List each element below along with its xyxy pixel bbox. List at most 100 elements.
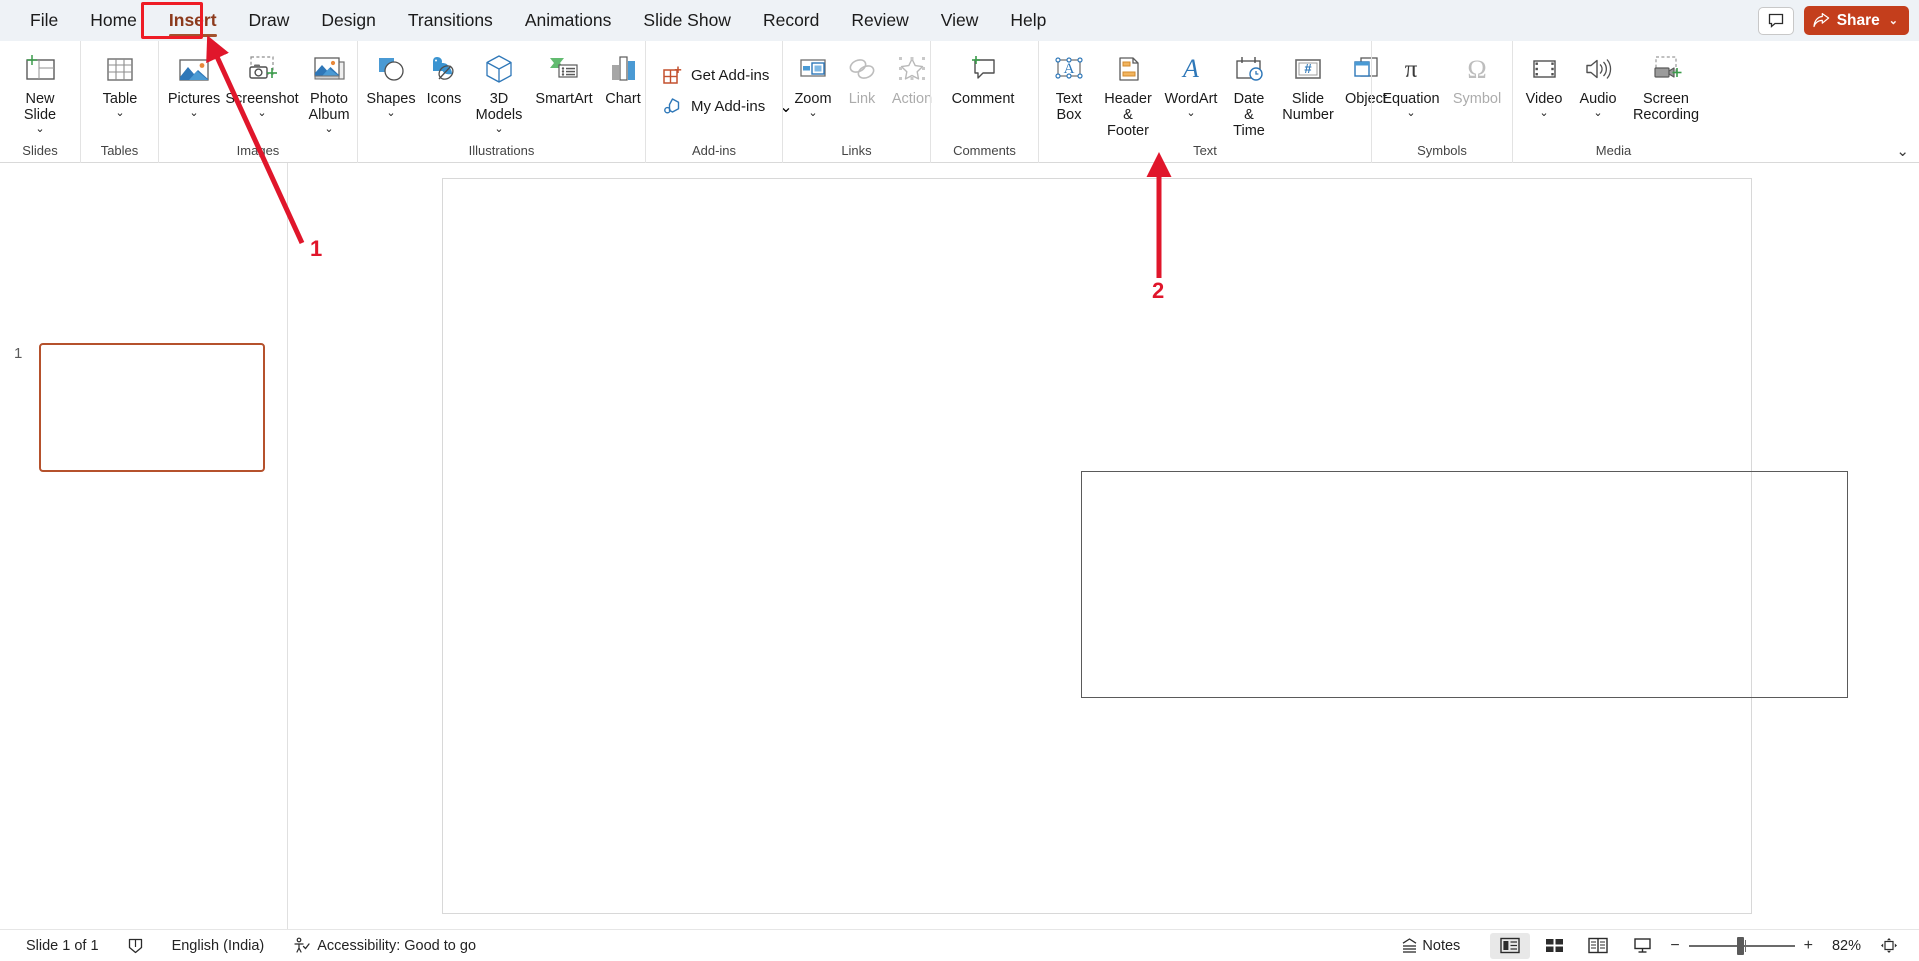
chevron-down-icon[interactable]: ⌄ bbox=[1186, 108, 1195, 119]
icons-button[interactable]: Icons bbox=[420, 46, 468, 107]
tab-home-label: Home bbox=[90, 10, 137, 30]
chevron-down-icon[interactable]: ⌄ bbox=[189, 108, 198, 119]
tab-animations[interactable]: Animations bbox=[509, 0, 628, 41]
zoom-slider-control[interactable]: − + bbox=[1664, 936, 1819, 955]
reading-view-icon bbox=[1588, 937, 1609, 954]
tab-view[interactable]: View bbox=[925, 0, 995, 41]
language-status[interactable]: English (India) bbox=[158, 938, 279, 954]
slide-thumbnail-1[interactable] bbox=[39, 343, 265, 472]
tab-slide-show[interactable]: Slide Show bbox=[627, 0, 747, 41]
tab-insert[interactable]: Insert bbox=[153, 0, 233, 41]
tab-home[interactable]: Home bbox=[74, 0, 153, 41]
ribbon-group-slides: New Slide ⌄ Slides bbox=[0, 41, 80, 163]
tab-record[interactable]: Record bbox=[747, 0, 835, 41]
group-label-comments: Comments bbox=[953, 143, 1016, 159]
view-reading-button[interactable] bbox=[1578, 933, 1618, 959]
tab-draw[interactable]: Draw bbox=[233, 0, 306, 41]
text-box-icon: A bbox=[1050, 49, 1088, 89]
chevron-down-icon[interactable]: ⌄ bbox=[324, 124, 333, 135]
notes-button[interactable]: Notes bbox=[1387, 938, 1474, 954]
date-time-button[interactable]: Date & Time bbox=[1221, 46, 1277, 139]
tab-design[interactable]: Design bbox=[305, 0, 391, 41]
chevron-down-icon[interactable]: ⌄ bbox=[257, 108, 266, 119]
tab-transitions[interactable]: Transitions bbox=[392, 0, 509, 41]
ribbon-group-symbols: π Equation ⌄ Ω Symbol Symbols bbox=[1371, 41, 1512, 163]
get-addins-button[interactable]: Get Add-ins bbox=[654, 60, 801, 91]
audio-button[interactable]: Audio ⌄ bbox=[1571, 46, 1625, 119]
header-footer-button[interactable]: Header & Footer bbox=[1095, 46, 1161, 139]
screenshot-button[interactable]: Screenshot ⌄ bbox=[225, 46, 299, 119]
slide-number-button[interactable]: # Slide Number bbox=[1277, 46, 1339, 123]
share-button[interactable]: Share ⌄ bbox=[1803, 6, 1909, 35]
chevron-down-icon[interactable]: ⌄ bbox=[386, 108, 395, 119]
chevron-down-icon[interactable]: ⌄ bbox=[1406, 108, 1415, 119]
share-label: Share bbox=[1836, 11, 1880, 29]
chevron-down-icon[interactable]: ⌄ bbox=[808, 108, 817, 119]
comment-label: Comment bbox=[951, 91, 1015, 107]
zoom-out-button[interactable]: − bbox=[1670, 937, 1679, 955]
chevron-down-icon[interactable]: ⌄ bbox=[115, 108, 124, 119]
spellcheck-status[interactable] bbox=[113, 937, 158, 954]
svg-text:Ω: Ω bbox=[1467, 55, 1486, 84]
screen-recording-button[interactable]: Screen Recording bbox=[1625, 46, 1707, 123]
wordart-button[interactable]: A WordArt ⌄ bbox=[1161, 46, 1221, 119]
tab-review[interactable]: Review bbox=[835, 0, 924, 41]
view-slide-sorter-button[interactable] bbox=[1534, 933, 1574, 959]
zoom-in-button[interactable]: + bbox=[1804, 937, 1813, 955]
photo-album-icon bbox=[310, 49, 348, 89]
text-box-button[interactable]: A Text Box bbox=[1043, 46, 1095, 123]
photo-album-button[interactable]: Photo Album ⌄ bbox=[299, 46, 359, 135]
text-box-label: Text Box bbox=[1055, 91, 1083, 123]
zoom-slider-thumb[interactable] bbox=[1736, 936, 1744, 955]
chevron-down-icon[interactable]: ⌄ bbox=[35, 124, 44, 135]
action-icon bbox=[893, 49, 931, 89]
svg-text:#: # bbox=[1304, 61, 1312, 76]
tab-file[interactable]: File bbox=[14, 0, 74, 41]
pictures-button[interactable]: Pictures ⌄ bbox=[163, 46, 225, 119]
table-button[interactable]: Table ⌄ bbox=[85, 46, 155, 119]
smartart-button[interactable]: SmartArt bbox=[530, 46, 598, 107]
new-comment-button[interactable]: Comment bbox=[935, 46, 1031, 107]
view-normal-button[interactable] bbox=[1490, 932, 1531, 959]
my-addins-button[interactable]: My Add-ins ⌄ bbox=[654, 91, 801, 122]
collapse-ribbon-button[interactable]: ⌄ bbox=[1896, 142, 1909, 160]
equation-button[interactable]: π Equation ⌄ bbox=[1376, 46, 1446, 119]
chevron-down-icon[interactable]: ⌄ bbox=[1593, 108, 1602, 119]
slide-thumbnail-pane[interactable]: 1 bbox=[0, 163, 288, 929]
header-footer-icon bbox=[1109, 49, 1147, 89]
shapes-button[interactable]: Shapes ⌄ bbox=[362, 46, 420, 119]
slide-thumbnail-number: 1 bbox=[14, 345, 23, 362]
comments-button[interactable] bbox=[1757, 6, 1794, 35]
accessibility-status[interactable]: Accessibility: Good to go bbox=[278, 937, 490, 954]
slide-count-status[interactable]: Slide 1 of 1 bbox=[12, 938, 113, 954]
tab-slide-show-label: Slide Show bbox=[643, 10, 731, 30]
view-slide-show-button[interactable] bbox=[1622, 933, 1662, 959]
annotation-number-2: 2 bbox=[1152, 278, 1165, 303]
zoom-slider-track[interactable] bbox=[1688, 936, 1795, 955]
equation-icon: π bbox=[1392, 49, 1430, 89]
chevron-down-icon[interactable]: ⌄ bbox=[494, 124, 503, 135]
symbol-label: Symbol bbox=[1452, 91, 1502, 107]
shapes-icon bbox=[372, 49, 410, 89]
tab-help[interactable]: Help bbox=[994, 0, 1062, 41]
3d-models-button[interactable]: 3D Models ⌄ bbox=[468, 46, 530, 135]
slide-canvas[interactable] bbox=[442, 178, 1848, 914]
notes-label: Notes bbox=[1422, 937, 1461, 954]
link-button: Link bbox=[839, 46, 885, 107]
ribbon-group-links: Zoom ⌄ Link Action Links bbox=[782, 41, 932, 163]
video-button[interactable]: Video ⌄ bbox=[1517, 46, 1571, 119]
group-label-addins: Add-ins bbox=[691, 143, 737, 159]
zoom-level-label[interactable]: 82% bbox=[1819, 938, 1861, 954]
icons-icon bbox=[425, 49, 463, 89]
chevron-down-icon[interactable]: ⌄ bbox=[1539, 108, 1548, 119]
chart-button[interactable]: Chart bbox=[598, 46, 648, 107]
new-slide-button[interactable]: New Slide ⌄ bbox=[4, 46, 76, 135]
zoom-button[interactable]: Zoom ⌄ bbox=[787, 46, 839, 119]
share-caret-icon[interactable]: ⌄ bbox=[1889, 14, 1898, 27]
zoom-icon bbox=[794, 49, 832, 89]
fit-to-window-button[interactable] bbox=[1869, 933, 1909, 959]
drawn-text-box[interactable] bbox=[1081, 471, 1848, 698]
slide-sorter-icon bbox=[1545, 937, 1564, 954]
link-icon bbox=[843, 49, 881, 89]
group-label-symbols: Symbols bbox=[1417, 143, 1467, 159]
